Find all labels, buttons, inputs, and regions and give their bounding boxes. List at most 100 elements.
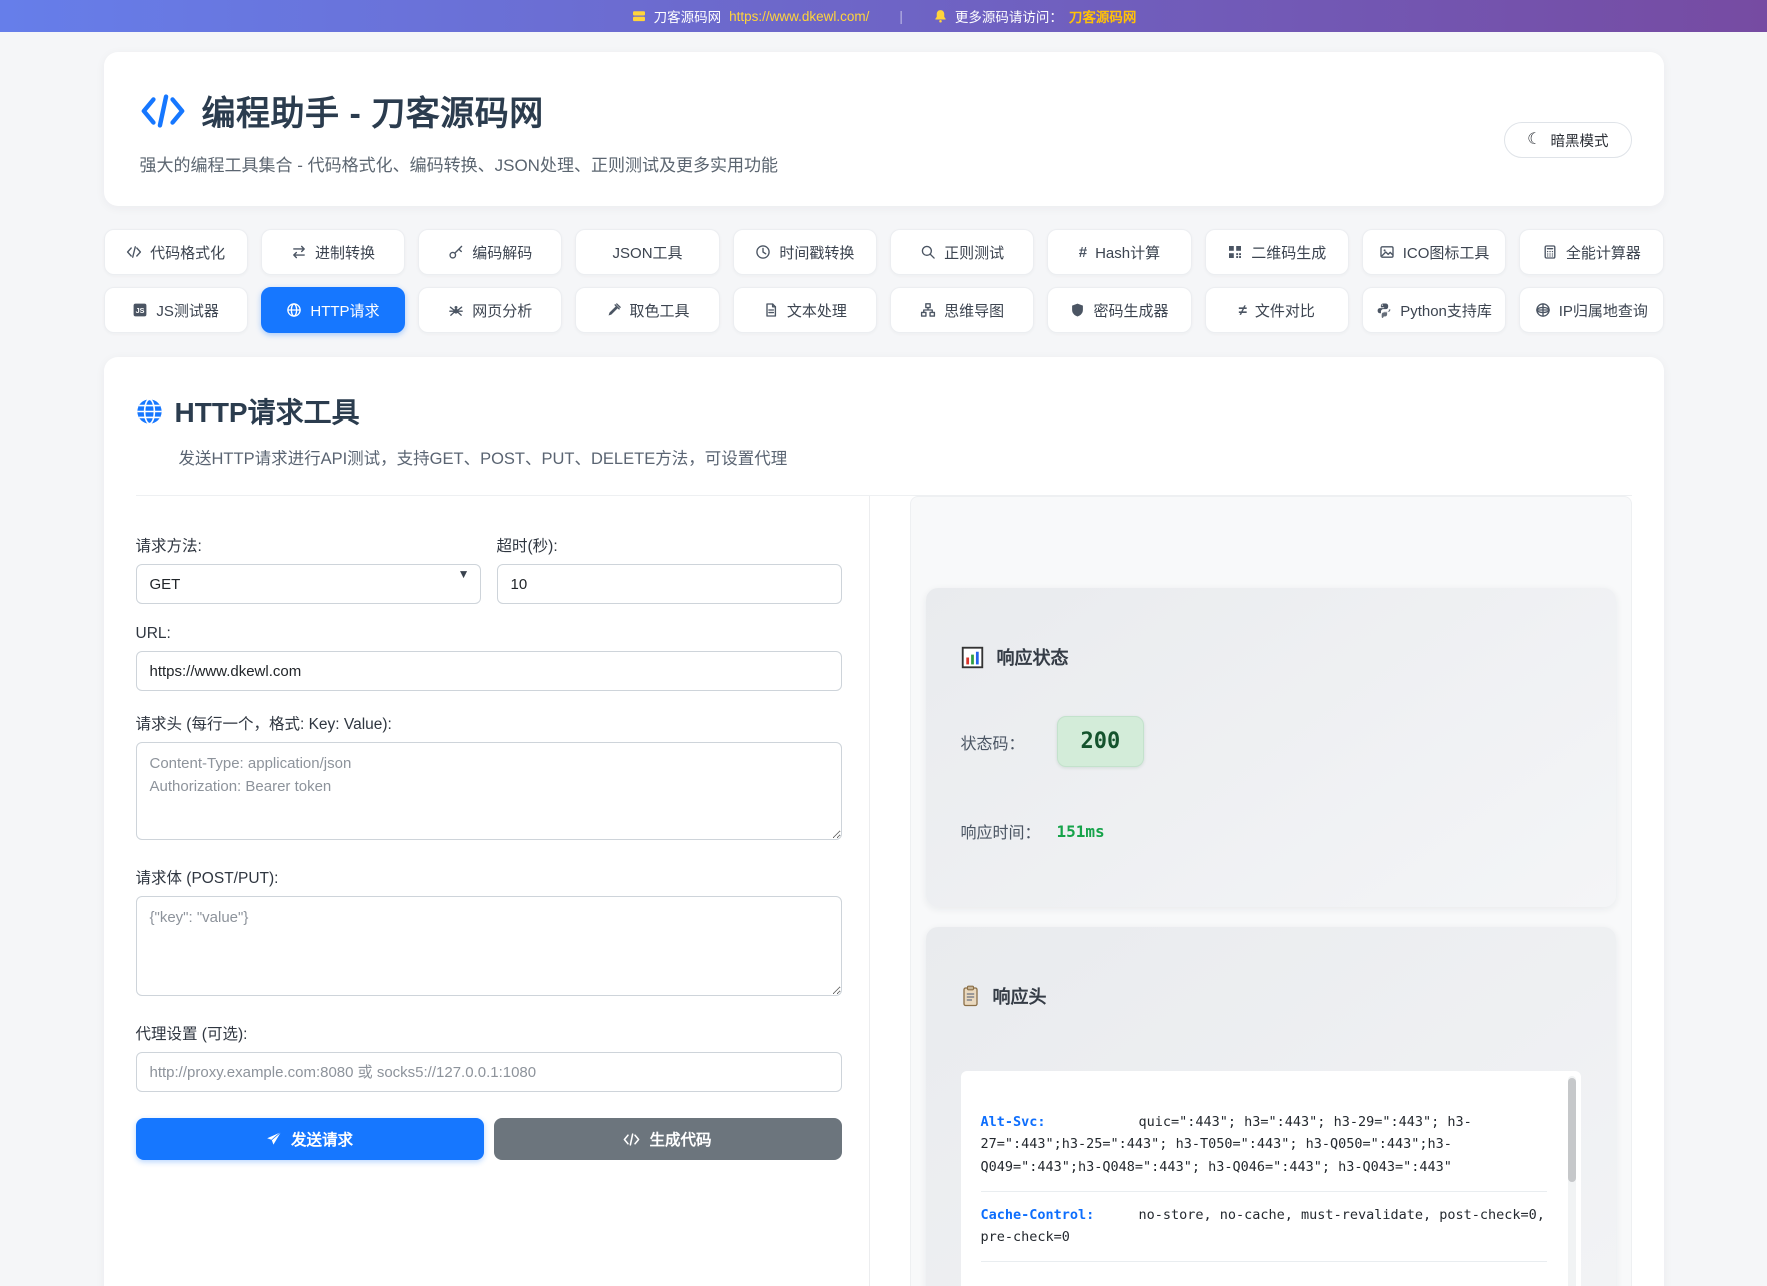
tab-python-lib[interactable]: Python支持库 [1362, 287, 1506, 333]
tab-label: JSON工具 [613, 242, 683, 263]
bar-chart-icon [961, 646, 984, 669]
request-headers-textarea[interactable] [136, 742, 842, 840]
response-headers-box: Alt-Svc:quic=":443"; h3=":443"; h3-29=":… [961, 1071, 1581, 1286]
tab-encode-decode[interactable]: 编码解码 [418, 229, 562, 275]
globe-icon [136, 398, 163, 425]
tool-title: HTTP请求工具 [175, 391, 360, 431]
topbar-divider: | [899, 9, 903, 24]
request-body-textarea[interactable] [136, 896, 842, 996]
js-icon: JS [132, 302, 148, 318]
tab-label: 文本处理 [787, 300, 847, 321]
scrollbar-thumb[interactable] [1568, 1078, 1576, 1182]
hash-icon: # [1079, 244, 1087, 261]
tab-http-request[interactable]: HTTP请求 [261, 287, 405, 333]
response-status-card: 响应状态 状态码： 200 响应时间： 151ms [926, 588, 1616, 907]
tab-hash-calc[interactable]: # Hash计算 [1047, 229, 1191, 275]
tab-label: 编码解码 [472, 242, 532, 263]
code-logo-icon [140, 91, 186, 131]
eyedropper-icon [606, 302, 622, 318]
tool-header: HTTP请求工具 发送HTTP请求进行API测试，支持GET、POST、PUT、… [136, 391, 1632, 496]
tab-web-analyze[interactable]: 网页分析 [418, 287, 562, 333]
bell-icon [933, 8, 948, 24]
code-icon [126, 244, 142, 260]
tab-ip-lookup[interactable]: IP归属地查询 [1519, 287, 1663, 333]
tab-label: Hash计算 [1095, 242, 1160, 263]
send-request-button[interactable]: 发送请求 [136, 1118, 484, 1160]
tab-label: 正则测试 [944, 242, 1004, 263]
tab-label: 代码格式化 [150, 242, 225, 263]
tab-mindmap[interactable]: 思维导图 [890, 287, 1034, 333]
response-status-title: 响应状态 [997, 644, 1069, 670]
tab-label: ICO图标工具 [1403, 242, 1490, 263]
scrollbar[interactable] [1568, 1076, 1576, 1286]
clock-icon [755, 244, 771, 260]
tab-file-diff[interactable]: ≠文件对比 [1205, 287, 1349, 333]
tab-label: 网页分析 [472, 300, 532, 321]
image-icon [1379, 244, 1395, 260]
tab-label: IP归属地查询 [1559, 300, 1648, 321]
dark-mode-label: 暗黑模式 [1551, 130, 1609, 151]
paper-plane-icon [266, 1131, 282, 1147]
method-label: 请求方法: [136, 534, 481, 556]
generate-code-button[interactable]: 生成代码 [494, 1118, 842, 1160]
send-request-label: 发送请求 [291, 1128, 353, 1150]
tool-tabs: 代码格式化 进制转换 编码解码 JSON工具 时间戳转换 正则测试 # Hash计算 二维码生成… [104, 229, 1664, 333]
moon-icon: ☾ [1527, 132, 1541, 148]
exchange-icon [291, 244, 307, 260]
topbar-site-url[interactable]: https://www.dkewl.com/ [729, 9, 869, 24]
generate-code-label: 生成代码 [649, 1128, 711, 1150]
status-code-badge: 200 [1057, 716, 1145, 767]
url-input[interactable] [136, 651, 842, 691]
sitemap-icon [920, 302, 936, 318]
page-title: 编程助手 - 刀客源码网 [202, 86, 544, 135]
search-icon [920, 244, 936, 260]
tab-text-process[interactable]: 文本处理 [733, 287, 877, 333]
tab-label: 密码生成器 [1093, 300, 1168, 321]
tab-base-convert[interactable]: 进制转换 [261, 229, 405, 275]
tab-label: JS测试器 [156, 300, 219, 321]
request-form: 请求方法: GET ▼ 超时(秒): URL: [136, 496, 842, 1160]
tab-calculator[interactable]: 全能计算器 [1519, 229, 1663, 275]
response-headers-card: 响应头 Alt-Svc:quic=":443"; h3=":443"; h3-2… [926, 927, 1616, 1286]
response-header-key: Cache-Control: [981, 1204, 1139, 1226]
response-time-value: 151ms [1057, 822, 1105, 841]
neq-icon: ≠ [1239, 302, 1247, 319]
proxy-input[interactable] [136, 1052, 842, 1092]
tab-label: 时间戳转换 [779, 242, 854, 263]
method-select[interactable]: GET [136, 564, 481, 604]
timeout-label: 超时(秒): [497, 534, 842, 556]
spider-icon [448, 302, 464, 318]
svg-text:JS: JS [136, 306, 145, 315]
tab-label: Python支持库 [1400, 300, 1492, 321]
tab-js-tester[interactable]: JS JS测试器 [104, 287, 248, 333]
timeout-input[interactable] [497, 564, 842, 604]
ip-icon [1535, 302, 1551, 318]
key-icon [448, 244, 464, 260]
topbar-more-text: 更多源码请访问： [955, 6, 1063, 26]
topbar-more-link[interactable]: 刀客源码网 [1069, 6, 1137, 26]
tab-password-gen[interactable]: 密码生成器 [1047, 287, 1191, 333]
tab-color-picker[interactable]: 取色工具 [575, 287, 719, 333]
qrcode-icon [1227, 244, 1243, 260]
tab-label: HTTP请求 [310, 300, 379, 321]
tool-subtitle: 发送HTTP请求进行API测试，支持GET、POST、PUT、DELETE方法，… [179, 445, 1632, 469]
response-header-row: Cache-Control:no-store, no-cache, must-r… [981, 1192, 1547, 1263]
tab-timestamp-convert[interactable]: 时间戳转换 [733, 229, 877, 275]
request-headers-label: 请求头 (每行一个，格式: Key: Value): [136, 712, 842, 734]
tab-label: 取色工具 [630, 300, 690, 321]
tab-qrcode-gen[interactable]: 二维码生成 [1205, 229, 1349, 275]
response-headers-title: 响应头 [993, 983, 1047, 1009]
topbar: 刀客源码网 https://www.dkewl.com/ | 更多源码请访问： … [0, 0, 1767, 32]
response-panel: 响应状态 状态码： 200 响应时间： 151ms [869, 496, 1632, 1286]
response-time-label: 响应时间： [961, 819, 1057, 843]
tab-ico-tool[interactable]: ICO图标工具 [1362, 229, 1506, 275]
page-subtitle: 强大的编程工具集合 - 代码格式化、编码转换、JSON处理、正则测试及更多实用功… [140, 151, 1628, 176]
tab-label: 全能计算器 [1566, 242, 1641, 263]
tab-regex-test[interactable]: 正则测试 [890, 229, 1034, 275]
header-card: 编程助手 - 刀客源码网 强大的编程工具集合 - 代码格式化、编码转换、JSON… [104, 52, 1664, 206]
tab-code-format[interactable]: 代码格式化 [104, 229, 248, 275]
url-label: URL: [136, 625, 842, 643]
dark-mode-button[interactable]: ☾ 暗黑模式 [1504, 122, 1631, 158]
proxy-label: 代理设置 (可选): [136, 1022, 842, 1044]
tab-json-tool[interactable]: JSON工具 [575, 229, 719, 275]
